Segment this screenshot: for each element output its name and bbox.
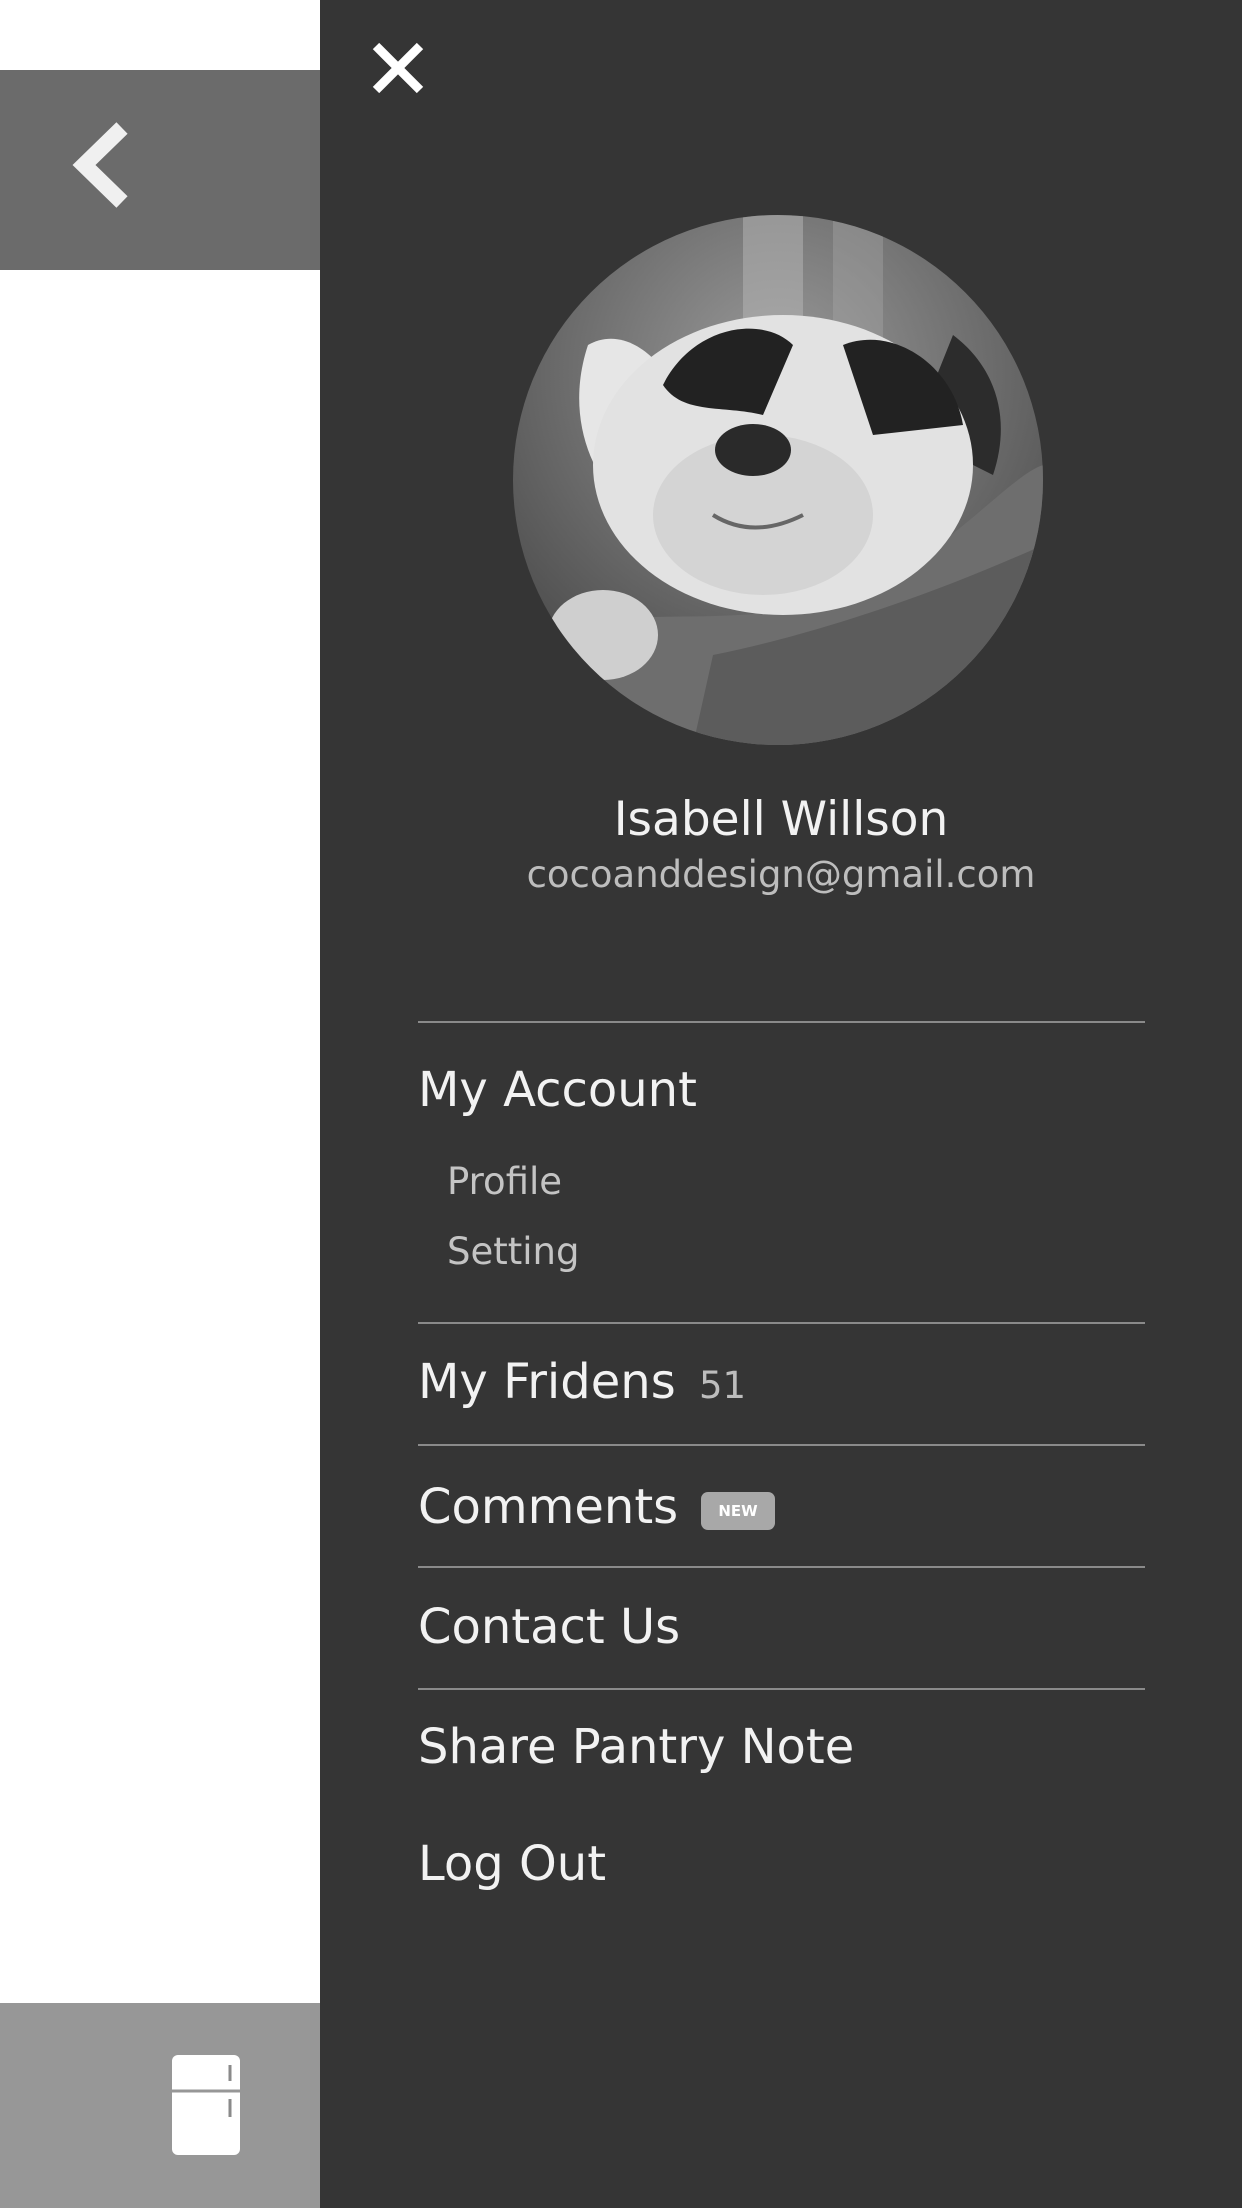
menu-subitem-profile[interactable]: Profile <box>447 1157 562 1207</box>
close-icon <box>372 42 424 94</box>
puppy-avatar-image <box>513 215 1043 745</box>
underlying-app <box>0 0 320 2208</box>
menu-item-contact-us[interactable]: Contact Us <box>418 1597 680 1657</box>
divider <box>418 1688 1145 1690</box>
menu-item-my-account[interactable]: My Account <box>418 1060 697 1120</box>
user-name: Isabell Willson <box>613 792 949 847</box>
menu-item-my-friends[interactable]: My Fridens <box>418 1352 676 1412</box>
close-button[interactable] <box>370 40 426 96</box>
app-header-bar <box>0 70 320 270</box>
divider <box>418 1566 1145 1568</box>
menu-subitem-setting[interactable]: Setting <box>447 1227 579 1277</box>
pantry-button[interactable] <box>172 2055 240 2155</box>
friends-count: 51 <box>699 1364 747 1407</box>
menu-item-share-pantry-note[interactable]: Share Pantry Note <box>418 1717 854 1777</box>
menu-item-log-out[interactable]: Log Out <box>418 1834 606 1894</box>
side-drawer: Isabell Willson cocoanddesign@gmail.com … <box>320 0 1242 2208</box>
user-email: cocoanddesign@gmail.com <box>526 853 1036 896</box>
new-badge: NEW <box>701 1492 775 1530</box>
chevron-left-icon <box>72 122 128 208</box>
divider <box>418 1444 1145 1446</box>
divider <box>418 1322 1145 1324</box>
app-footer-bar <box>0 2003 320 2208</box>
avatar <box>513 215 1043 745</box>
menu-item-comments[interactable]: Comments <box>418 1477 678 1537</box>
back-button[interactable] <box>70 120 140 210</box>
fridge-icon <box>172 2055 240 2155</box>
divider <box>418 1021 1145 1023</box>
